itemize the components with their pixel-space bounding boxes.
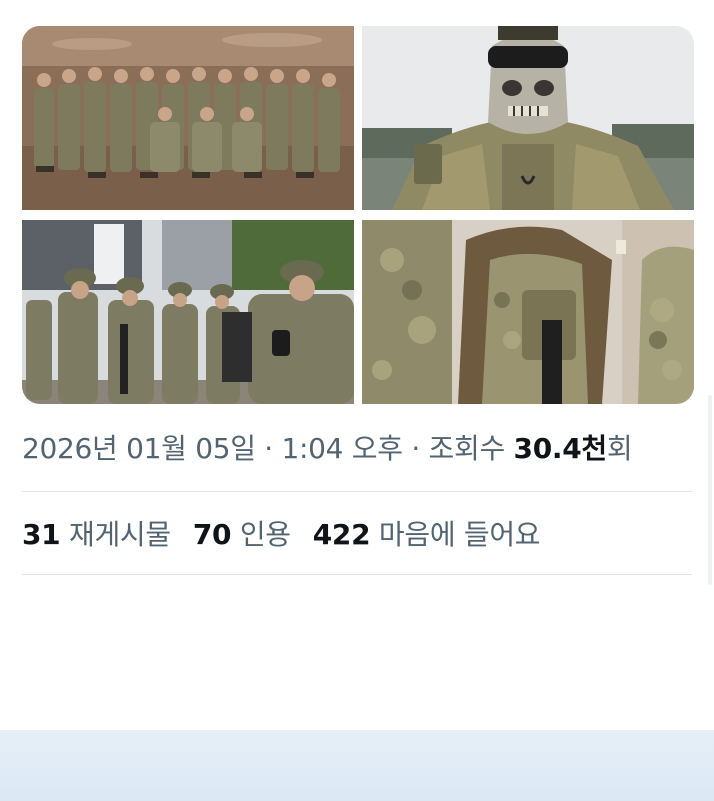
quotes-label: 인용 (239, 518, 291, 551)
divider-top (22, 491, 692, 492)
media-grid (22, 26, 694, 404)
post-time[interactable]: 1:04 오후 (282, 432, 404, 465)
scrollbar[interactable] (708, 395, 712, 585)
quotes-stat[interactable]: 70 인용 (193, 518, 291, 551)
reposts-label: 재게시물 (68, 518, 171, 551)
skull-mask-photo-image (362, 26, 694, 210)
post-date[interactable]: 2026년 01월 05일 (22, 432, 256, 465)
meta-separator: · (255, 432, 282, 465)
likes-count: 422 (312, 518, 371, 551)
views-suffix: 회 (606, 432, 633, 465)
group-photo-image (22, 26, 354, 210)
reposts-count: 31 (22, 518, 61, 551)
reposts-stat[interactable]: 31 재게시물 (22, 518, 171, 551)
soldiers-indoors-image (362, 220, 694, 404)
meta-separator: · (402, 432, 429, 465)
media-photo-1[interactable] (22, 26, 354, 210)
divider-bottom (22, 574, 692, 575)
likes-label: 마음에 들어요 (378, 518, 541, 551)
views-count: 30.4천 (513, 432, 608, 465)
likes-stat[interactable]: 422 마음에 들어요 (313, 518, 541, 551)
media-photo-3[interactable] (22, 220, 354, 404)
media-photo-2[interactable] (362, 26, 694, 210)
quotes-count: 70 (192, 518, 232, 551)
soldiers-outdoors-image (22, 220, 354, 404)
post-detail: 2026년 01월 05일 · 1:04 오후 · 조회수 30.4천회 31 … (0, 0, 714, 801)
post-meta-line: 2026년 01월 05일 · 1:04 오후 · 조회수 30.4천회 (22, 426, 633, 472)
views-label: 조회수 (428, 432, 514, 465)
engagement-stats: 31 재게시물 70 인용 422 마음에 들어요 (22, 512, 562, 558)
media-photo-4[interactable] (362, 220, 694, 404)
bottom-panel (0, 730, 714, 801)
